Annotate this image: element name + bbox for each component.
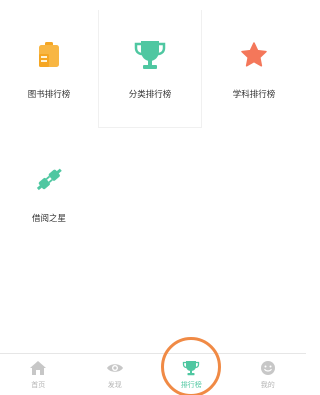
tile-category-ranking[interactable]: 分类排行榜	[98, 10, 202, 128]
tile-book-ranking[interactable]: 图书排行榜	[0, 10, 98, 128]
trophy-icon	[182, 360, 200, 376]
ranking-grid-row: 图书排行榜 分类排行榜 学科排行榜	[0, 10, 306, 130]
home-icon	[29, 360, 47, 376]
tab-label: 首页	[31, 381, 46, 389]
tile-subject-ranking[interactable]: 学科排行榜	[202, 10, 306, 128]
trophy-icon	[133, 38, 167, 72]
tile-label: 学科排行榜	[232, 90, 276, 100]
tile-borrowing-star[interactable]: 借阅之星	[0, 134, 98, 252]
plug-icon	[32, 162, 66, 196]
tab-mine[interactable]: 我的	[230, 354, 307, 395]
bottom-tab-bar: 首页 发现 排行榜 我的	[0, 353, 306, 395]
tab-discover[interactable]: 发现	[77, 354, 154, 395]
star-icon	[237, 38, 271, 72]
ranking-page: 图书排行榜 分类排行榜 学科排行榜 借阅之星 首页 发现 排行榜 我的	[0, 0, 306, 395]
tile-label: 图书排行榜	[27, 90, 71, 100]
tab-label: 我的	[260, 381, 275, 389]
tile-label: 借阅之星	[31, 214, 66, 224]
tab-home[interactable]: 首页	[0, 354, 77, 395]
eye-icon	[106, 360, 124, 376]
tab-label: 发现	[107, 381, 122, 389]
ranking-grid-row: 借阅之星	[0, 134, 306, 254]
tile-label: 分类排行榜	[128, 90, 172, 100]
smile-face-icon	[259, 360, 277, 376]
tab-label: 排行榜	[180, 381, 202, 389]
tab-ranking[interactable]: 排行榜	[153, 354, 230, 395]
clipboard-icon	[32, 38, 66, 72]
